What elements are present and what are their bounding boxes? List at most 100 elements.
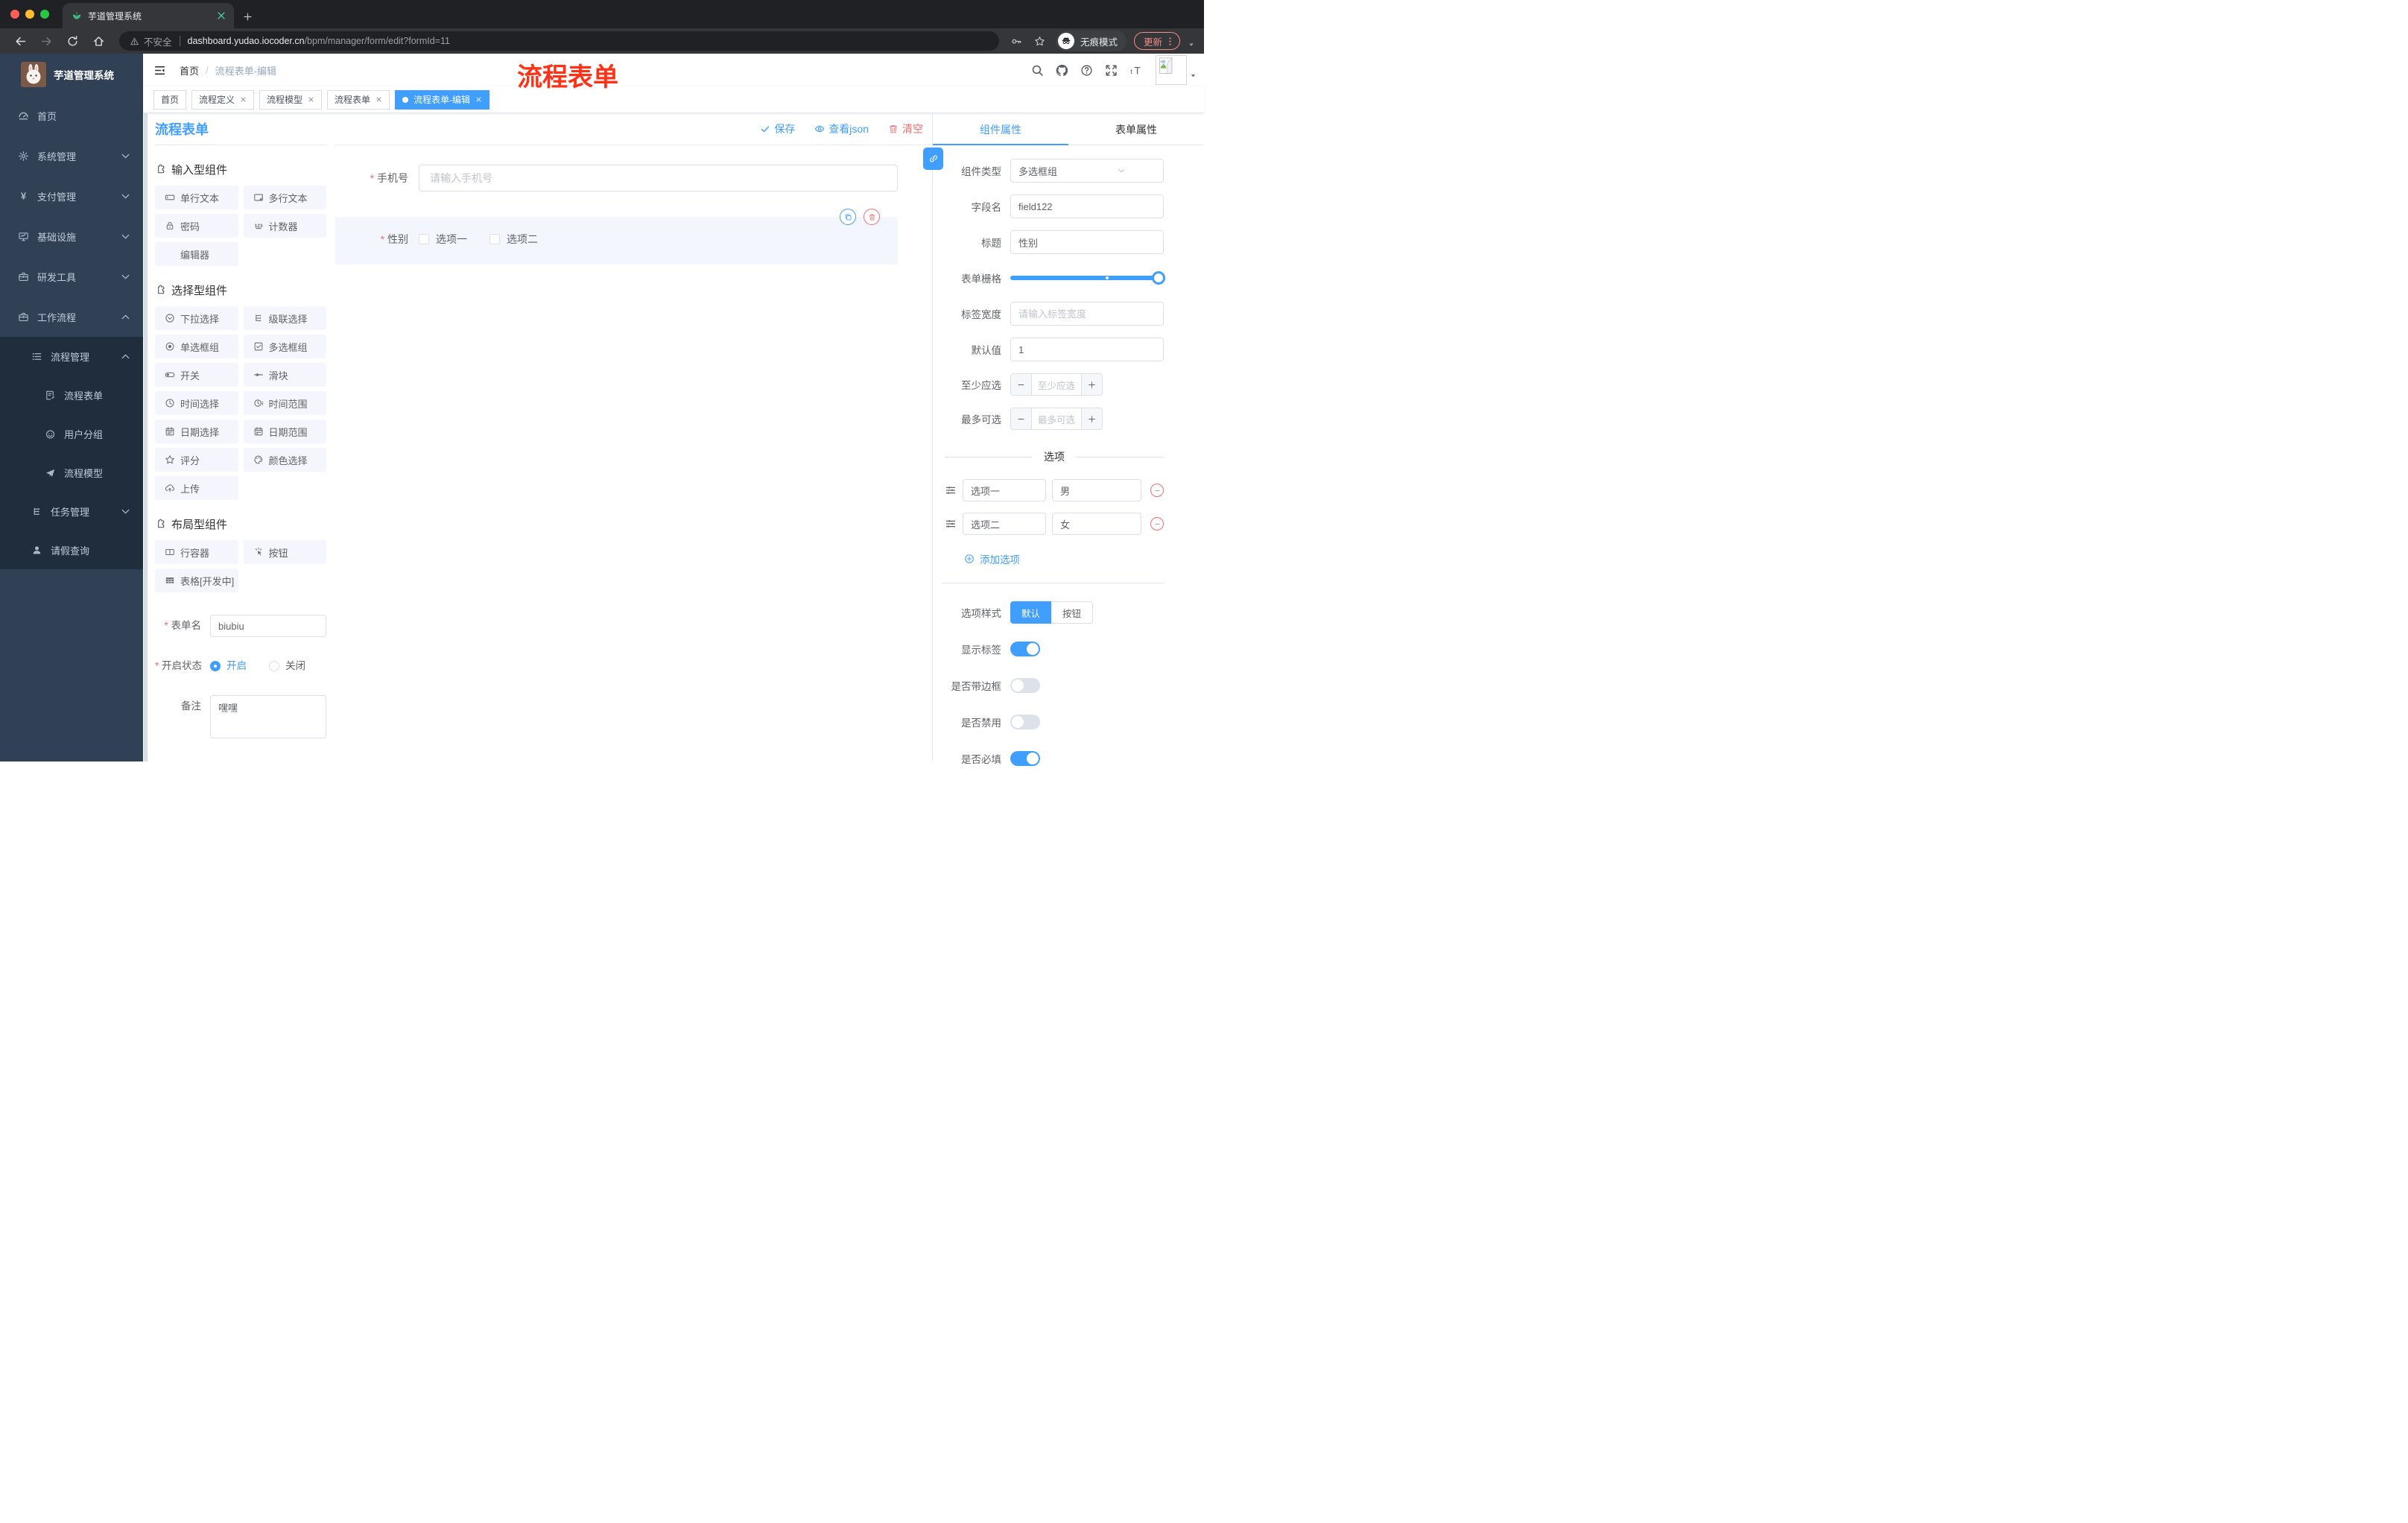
default-value-input[interactable] (1010, 338, 1164, 361)
sidebar-item-home[interactable]: 首页 (0, 95, 143, 136)
help-icon[interactable] (1080, 64, 1093, 77)
chip-color[interactable]: 颜色选择 (243, 448, 326, 472)
chip-date-range[interactable]: 日期范围 (243, 419, 326, 443)
sidebar-collapse-icon[interactable] (153, 64, 166, 77)
slider-track[interactable] (1010, 271, 1165, 285)
form-name-input[interactable] (210, 615, 326, 637)
palette-scrollbar[interactable] (144, 113, 148, 762)
drag-handle-icon[interactable] (945, 484, 957, 496)
tag-home[interactable]: 首页 (153, 89, 187, 110)
copy-component-button[interactable] (840, 209, 856, 225)
clear-button[interactable]: 清空 (888, 121, 923, 136)
tag-process-model[interactable]: 流程模型 (259, 89, 323, 110)
tag-close-icon[interactable] (308, 96, 314, 103)
show-label-toggle[interactable] (1010, 642, 1040, 656)
app-logo[interactable]: 芋道管理系统 (0, 54, 143, 95)
chrome-caret-icon[interactable] (1188, 41, 1195, 48)
chip-time[interactable]: 时间选择 (155, 391, 238, 415)
disabled-toggle[interactable] (1010, 715, 1040, 729)
window-controls[interactable] (0, 10, 63, 28)
sidebar-item-process-model[interactable]: 流程模型 (0, 453, 143, 492)
tag-process-form[interactable]: 流程表单 (327, 89, 390, 110)
chip-row-container[interactable]: 行容器 (155, 540, 238, 564)
checkbox[interactable] (419, 234, 429, 244)
title-input[interactable] (1010, 230, 1164, 254)
decrease-button[interactable] (1011, 408, 1032, 429)
min-select-stepper[interactable]: 至少应选 (1010, 373, 1103, 396)
form-grid-slider[interactable] (1010, 266, 1165, 290)
tab-close-icon[interactable] (216, 10, 226, 21)
sidebar-item-process-mgmt[interactable]: 流程管理 (0, 337, 143, 376)
component-type-select[interactable]: 多选框组 (1010, 159, 1164, 183)
max-select-stepper[interactable]: 最多可选 (1010, 408, 1103, 430)
tag-process-def[interactable]: 流程定义 (191, 89, 255, 110)
font-size-icon[interactable]: tT (1129, 64, 1142, 77)
chip-upload[interactable]: 上传 (155, 476, 238, 500)
minimize-window-button[interactable] (25, 10, 34, 19)
border-toggle[interactable] (1010, 678, 1040, 693)
required-toggle[interactable] (1010, 751, 1040, 766)
selected-component-gender[interactable]: 性别 选项一 选项二 (335, 209, 898, 265)
breadcrumb-home[interactable]: 首页 (180, 63, 199, 77)
tab-component-props[interactable]: 组件属性 (933, 113, 1068, 145)
chip-radio-group[interactable]: 单选框组 (155, 335, 238, 358)
sidebar-item-devtools[interactable]: 研发工具 (0, 256, 143, 297)
gender-option-2[interactable]: 选项二 (489, 232, 538, 247)
option-value-input[interactable] (1052, 479, 1141, 501)
radio-on[interactable] (210, 661, 221, 671)
chip-multi-text[interactable]: 多行文本 (243, 186, 326, 209)
reload-button[interactable] (66, 35, 79, 48)
forward-button[interactable] (40, 35, 53, 48)
address-bar[interactable]: 不安全 dashboard.yudao.iocoder.cn/bpm/manag… (119, 31, 999, 51)
close-window-button[interactable] (10, 10, 19, 19)
sidebar-item-process-form[interactable]: 流程表单 (0, 376, 143, 414)
sidebar-item-system[interactable]: 系统管理 (0, 136, 143, 176)
radio-off-label[interactable]: 关闭 (285, 655, 305, 677)
chip-date[interactable]: 日期选择 (155, 419, 238, 443)
option-value-input[interactable] (1052, 513, 1141, 535)
search-icon[interactable] (1031, 64, 1044, 77)
remove-option-button[interactable] (1150, 517, 1164, 531)
radio-off[interactable] (269, 661, 279, 671)
chip-slider[interactable]: 滑块 (243, 363, 326, 387)
sidebar-item-workflow[interactable]: 工作流程 (0, 297, 143, 337)
not-secure-icon[interactable] (130, 37, 139, 46)
chip-single-text[interactable]: 单行文本 (155, 186, 238, 209)
sidebar-item-user-group[interactable]: 用户分组 (0, 414, 143, 453)
option-name-input[interactable] (963, 513, 1046, 535)
drag-handle-icon[interactable] (945, 518, 957, 530)
avatar-caret-icon[interactable] (1190, 72, 1197, 79)
decrease-button[interactable] (1011, 374, 1032, 395)
chip-cascader[interactable]: 级联选择 (243, 306, 326, 330)
label-width-input[interactable] (1010, 302, 1164, 326)
chip-password[interactable]: 密码 (155, 214, 238, 238)
sidebar-item-infra[interactable]: 基础设施 (0, 216, 143, 256)
chip-checkbox-group[interactable]: 多选框组 (243, 335, 326, 358)
home-button[interactable] (92, 35, 105, 48)
chip-counter[interactable]: 123 计数器 (243, 214, 326, 238)
sidebar-item-leave-query[interactable]: 请假查询 (0, 531, 143, 569)
tab-form-props[interactable]: 表单属性 (1068, 113, 1204, 145)
delete-component-button[interactable] (864, 209, 880, 225)
checkbox[interactable] (489, 234, 500, 244)
tag-close-icon[interactable] (376, 96, 382, 103)
view-json-button[interactable]: 查看json (814, 121, 869, 136)
chrome-update-button[interactable]: 更新 (1133, 32, 1180, 50)
increase-button[interactable] (1081, 374, 1102, 395)
chip-table[interactable]: 表格[开发中] (155, 569, 238, 592)
style-button-button[interactable]: 按钮 (1051, 601, 1094, 624)
sidebar-item-task-mgmt[interactable]: 任务管理 (0, 492, 143, 531)
gender-option-1[interactable]: 选项一 (419, 232, 467, 247)
max-select-value[interactable]: 最多可选 (1032, 408, 1081, 429)
chip-select[interactable]: 下拉选择 (155, 306, 238, 330)
tag-close-icon[interactable] (475, 96, 482, 103)
chip-button[interactable]: 按钮 (243, 540, 326, 564)
bookmark-star-icon[interactable] (1034, 36, 1045, 47)
tag-close-icon[interactable] (240, 96, 247, 103)
option-name-input[interactable] (963, 479, 1046, 501)
zoom-window-button[interactable] (40, 10, 49, 19)
sidebar-item-payment[interactable]: ¥ 支付管理 (0, 176, 143, 216)
radio-on-label[interactable]: 开启 (226, 655, 247, 677)
github-icon[interactable] (1056, 64, 1068, 77)
slider-handle[interactable] (1152, 271, 1165, 285)
